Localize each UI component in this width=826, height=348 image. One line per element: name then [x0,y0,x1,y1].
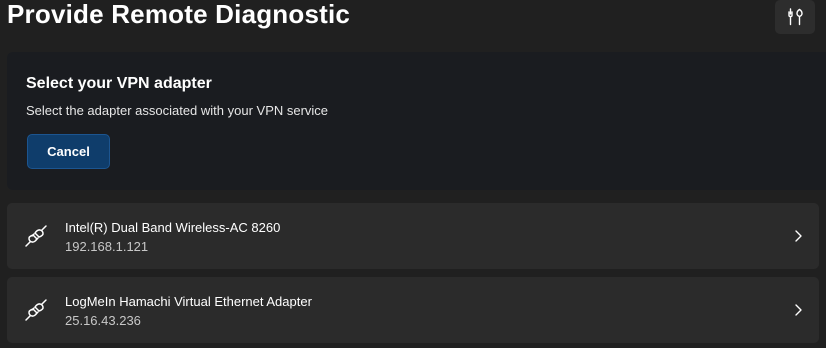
adapter-name: LogMeIn Hamachi Virtual Ethernet Adapter [65,294,312,309]
plug-icon [25,299,47,321]
page-title: Provide Remote Diagnostic [7,0,351,29]
tools-icon [788,8,803,26]
app-page: Provide Remote Diagnostic Select your VP… [0,0,826,348]
adapter-ip: 192.168.1.121 [65,239,149,254]
chevron-right-icon [795,304,802,316]
adapter-row-intel[interactable]: Intel(R) Dual Band Wireless-AC 8260 192.… [7,203,819,269]
cancel-button[interactable]: Cancel [27,134,110,169]
chevron-right-icon [795,230,802,242]
adapter-ip: 25.16.43.236 [65,313,141,328]
tools-button[interactable] [775,0,815,34]
adapter-row-hamachi[interactable]: LogMeIn Hamachi Virtual Ethernet Adapter… [7,277,819,343]
adapter-name: Intel(R) Dual Band Wireless-AC 8260 [65,220,281,235]
plug-icon [25,225,47,247]
vpn-adapter-card: Select your VPN adapter Select the adapt… [7,52,826,190]
vpn-card-title: Select your VPN adapter [26,75,212,92]
vpn-card-description: Select the adapter associated with your … [26,103,329,118]
